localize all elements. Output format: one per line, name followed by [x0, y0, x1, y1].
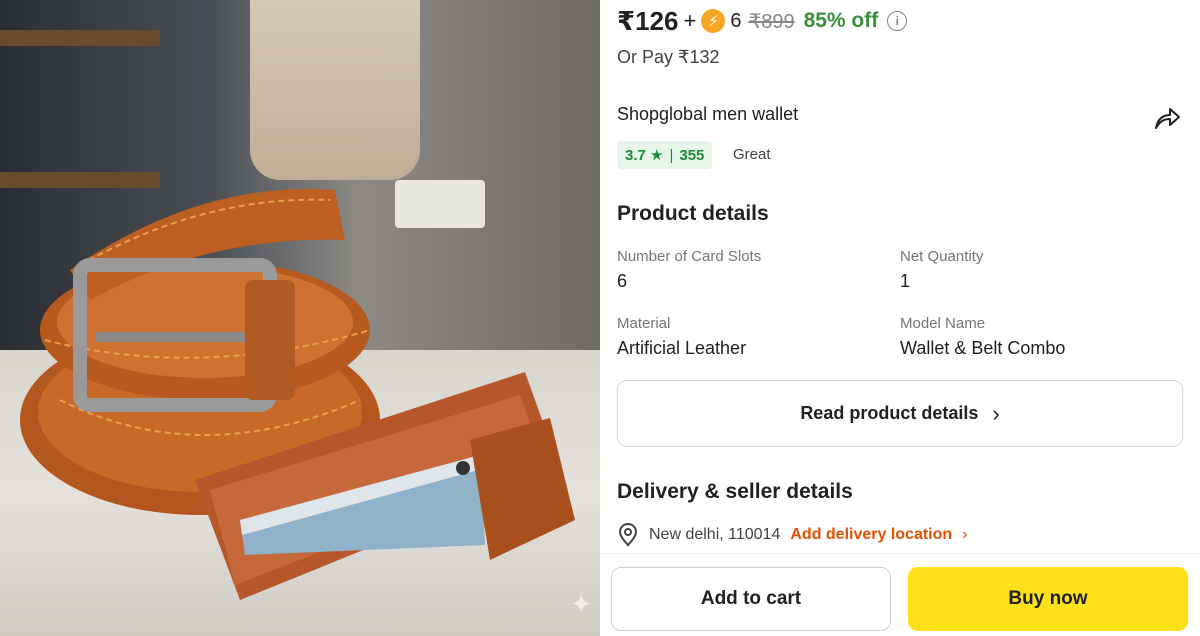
spec-value: Artificial Leather [617, 338, 747, 358]
spec-label: Model Name [900, 315, 986, 332]
lightning-coin-icon: ⚡ [701, 9, 726, 33]
chevron-right-icon: › [992, 400, 1000, 426]
price-row: ₹126 + ⚡ 6 ₹899 85% off i [617, 4, 908, 38]
share-icon[interactable] [1152, 104, 1182, 132]
info-icon[interactable]: i [887, 11, 908, 31]
spec-label: Number of Card Slots [617, 248, 762, 265]
delivery-location-text: New delhi, 110014 [649, 526, 781, 543]
spec-value: Wallet & Belt Combo [900, 338, 1066, 358]
chevron-right-icon: › [962, 526, 968, 543]
read-product-details-button[interactable]: Read product details › [617, 380, 1183, 447]
product-image[interactable]: ✦ [0, 0, 600, 636]
current-price: ₹126 [617, 5, 679, 36]
product-details-panel: ₹126 + ⚡ 6 ₹899 85% off i Or Pay ₹132 Sh… [600, 0, 1200, 636]
delivery-location-row: New delhi, 110014 Add delivery location … [617, 523, 968, 547]
rating-badge[interactable]: 3.7 ★ | 355 [617, 141, 713, 169]
spec-value: 6 [617, 271, 628, 291]
product-title: Shopglobal men wallet [617, 104, 799, 124]
sparkle-icon: ✦ [570, 589, 592, 619]
discount-percent: 85% off [803, 9, 879, 32]
buy-now-button[interactable]: Buy now [908, 567, 1188, 631]
add-delivery-location-link[interactable]: Add delivery location [790, 526, 952, 544]
rating-count: 355 [679, 146, 705, 164]
location-pin-icon [618, 523, 638, 547]
rating-separator: | [669, 146, 674, 164]
rating-value: 3.7 ★ [625, 147, 664, 164]
coin-count: 6 [730, 9, 742, 32]
spec-label: Material [617, 315, 671, 332]
read-details-label: Read product details [800, 403, 979, 423]
wallet-belt-illustration [20, 189, 575, 600]
spec-value: 1 [900, 271, 911, 291]
rating-label: Great [733, 146, 771, 163]
product-details-heading: Product details [617, 202, 769, 225]
delivery-heading: Delivery & seller details [617, 480, 853, 503]
bottom-bar-divider [600, 553, 1200, 554]
spec-label: Net Quantity [900, 248, 984, 265]
price-plus: + [683, 8, 697, 33]
original-price: ₹899 [748, 10, 795, 33]
alternate-price: Or Pay ₹132 [617, 47, 720, 67]
add-to-cart-button[interactable]: Add to cart [611, 567, 891, 631]
